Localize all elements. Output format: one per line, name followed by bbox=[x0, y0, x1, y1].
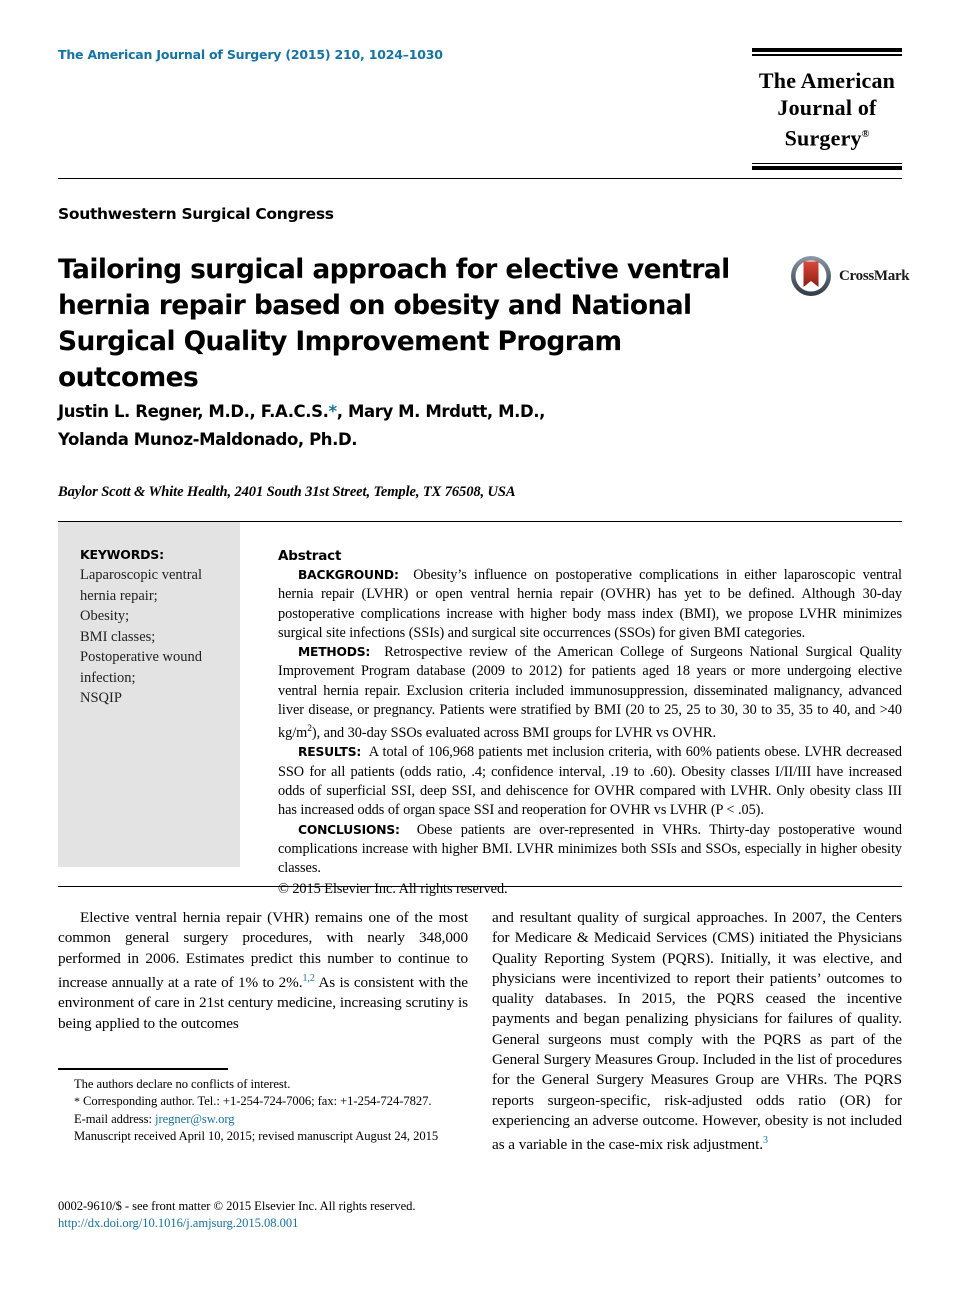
issn-copyright-line: 0002-9610/$ - see front matter © 2015 El… bbox=[58, 1199, 416, 1213]
keyword-item: Postoperative wound infection; bbox=[80, 649, 203, 686]
body-right-text: and resultant quality of surgical approa… bbox=[492, 909, 902, 1154]
journal-masthead: The American Journal of Surgery® bbox=[752, 48, 902, 171]
body-paragraph-right: and resultant quality of surgical approa… bbox=[492, 908, 902, 1156]
doi-link[interactable]: http://dx.doi.org/10.1016/j.amjsurg.2015… bbox=[58, 1215, 558, 1232]
abstract-background: BACKGROUND: Obesity’s influence on posto… bbox=[278, 566, 902, 643]
abstract-section: Abstract BACKGROUND: Obesity’s influence… bbox=[278, 548, 902, 899]
reference-link-1-2[interactable]: 1,2 bbox=[302, 973, 314, 984]
abstract-results-label: RESULTS: bbox=[298, 745, 362, 760]
abstract-copyright: © 2015 Elsevier Inc. All rights reserved… bbox=[278, 880, 508, 897]
masthead-rule-top bbox=[752, 48, 902, 56]
author-list: Justin L. Regner, M.D., F.A.C.S.*, Mary … bbox=[58, 398, 778, 454]
masthead-line-2-text: Journal of Surgery bbox=[777, 94, 877, 150]
footnote-email: E-mail address: jregner@sw.org bbox=[58, 1111, 468, 1128]
abstract-conclusions-label: CONCLUSIONS: bbox=[298, 822, 400, 837]
masthead-line-2: Journal of Surgery® bbox=[752, 94, 902, 151]
keywords-heading: KEYWORDS: bbox=[80, 547, 164, 562]
journal-article-page: The American Journal of Surgery (2015) 2… bbox=[0, 0, 960, 1290]
abstract-bottom-divider bbox=[58, 886, 902, 887]
abstract-conclusions: CONCLUSIONS: Obese patients are over-rep… bbox=[278, 821, 902, 879]
crossmark-badge[interactable]: CrossMark bbox=[790, 254, 910, 298]
keyword-item: NSQIP bbox=[80, 690, 122, 706]
keyword-item: BMI classes; bbox=[80, 628, 156, 645]
body-column-left: Elective ventral hernia repair (VHR) rem… bbox=[58, 908, 468, 1034]
author-line-1a: Justin L. Regner, M.D., F.A.C.S. bbox=[58, 402, 329, 421]
reference-link-3[interactable]: 3 bbox=[763, 1135, 768, 1146]
page-title: Tailoring surgical approach for elective… bbox=[58, 254, 730, 393]
author-line-1b: , Mary M. Mrdutt, M.D., bbox=[336, 402, 546, 421]
email-link[interactable]: jregner@sw.org bbox=[155, 1112, 235, 1126]
abstract-heading: Abstract bbox=[278, 548, 342, 564]
header-divider bbox=[58, 178, 902, 179]
abstract-methods-label: METHODS: bbox=[298, 645, 371, 660]
email-label: E-mail address: bbox=[74, 1111, 156, 1126]
masthead-rule-thin-2 bbox=[752, 162, 902, 165]
masthead-text: The American Journal of Surgery® bbox=[752, 56, 902, 163]
footnote-divider bbox=[58, 1068, 228, 1070]
abstract-methods: METHODS: Retrospective review of the Ame… bbox=[278, 643, 902, 743]
corresponding-author-marker[interactable]: * bbox=[329, 402, 338, 421]
abstract-results-text: A total of 106,968 patients met inclusio… bbox=[278, 744, 902, 819]
society-name: Southwestern Surgical Congress bbox=[58, 205, 334, 223]
crossmark-label: CrossMark bbox=[839, 267, 910, 284]
masthead-rule-thick bbox=[752, 48, 902, 52]
footnote-conflicts: The authors declare no conflicts of inte… bbox=[74, 1077, 291, 1091]
abstract-methods-text-b: ), and 30-day SSOs evaluated across BMI … bbox=[311, 725, 716, 742]
registered-mark: ® bbox=[861, 128, 870, 140]
abstract-background-label: BACKGROUND: bbox=[298, 568, 399, 582]
footnote-corresponding: * Corresponding author. Tel.: +1-254-724… bbox=[58, 1093, 468, 1110]
keywords-panel: KEYWORDS: Laparoscopic ventral hernia re… bbox=[58, 522, 240, 867]
keyword-item: Laparoscopic ventral hernia repair; bbox=[80, 567, 202, 604]
footnote-manuscript-dates: Manuscript received April 10, 2015; revi… bbox=[74, 1129, 439, 1144]
keywords-list: Laparoscopic ventral hernia repair; Obes… bbox=[80, 565, 224, 709]
footnotes-section: The authors declare no conflicts of inte… bbox=[58, 1076, 468, 1146]
keyword-item: Obesity; bbox=[80, 608, 130, 624]
author-line-2: Yolanda Munoz-Maldonado, Ph.D. bbox=[58, 430, 358, 449]
masthead-rule-bottom bbox=[752, 162, 902, 171]
body-paragraph-left: Elective ventral hernia repair (VHR) rem… bbox=[58, 908, 468, 1034]
page-footer: 0002-9610/$ - see front matter © 2015 El… bbox=[58, 1198, 558, 1232]
crossmark-icon bbox=[790, 255, 832, 297]
abstract-results: RESULTS: A total of 106,968 patients met… bbox=[278, 743, 902, 820]
masthead-line-1: The American bbox=[758, 67, 896, 93]
author-affiliation: Baylor Scott & White Health, 2401 South … bbox=[58, 484, 516, 500]
footnote-corresponding-text: Corresponding author. Tel.: +1-254-724-7… bbox=[79, 1094, 432, 1109]
journal-citation: The American Journal of Surgery (2015) 2… bbox=[58, 47, 443, 62]
masthead-rule-thick-2 bbox=[752, 166, 902, 171]
body-column-right: and resultant quality of surgical approa… bbox=[492, 908, 902, 1156]
